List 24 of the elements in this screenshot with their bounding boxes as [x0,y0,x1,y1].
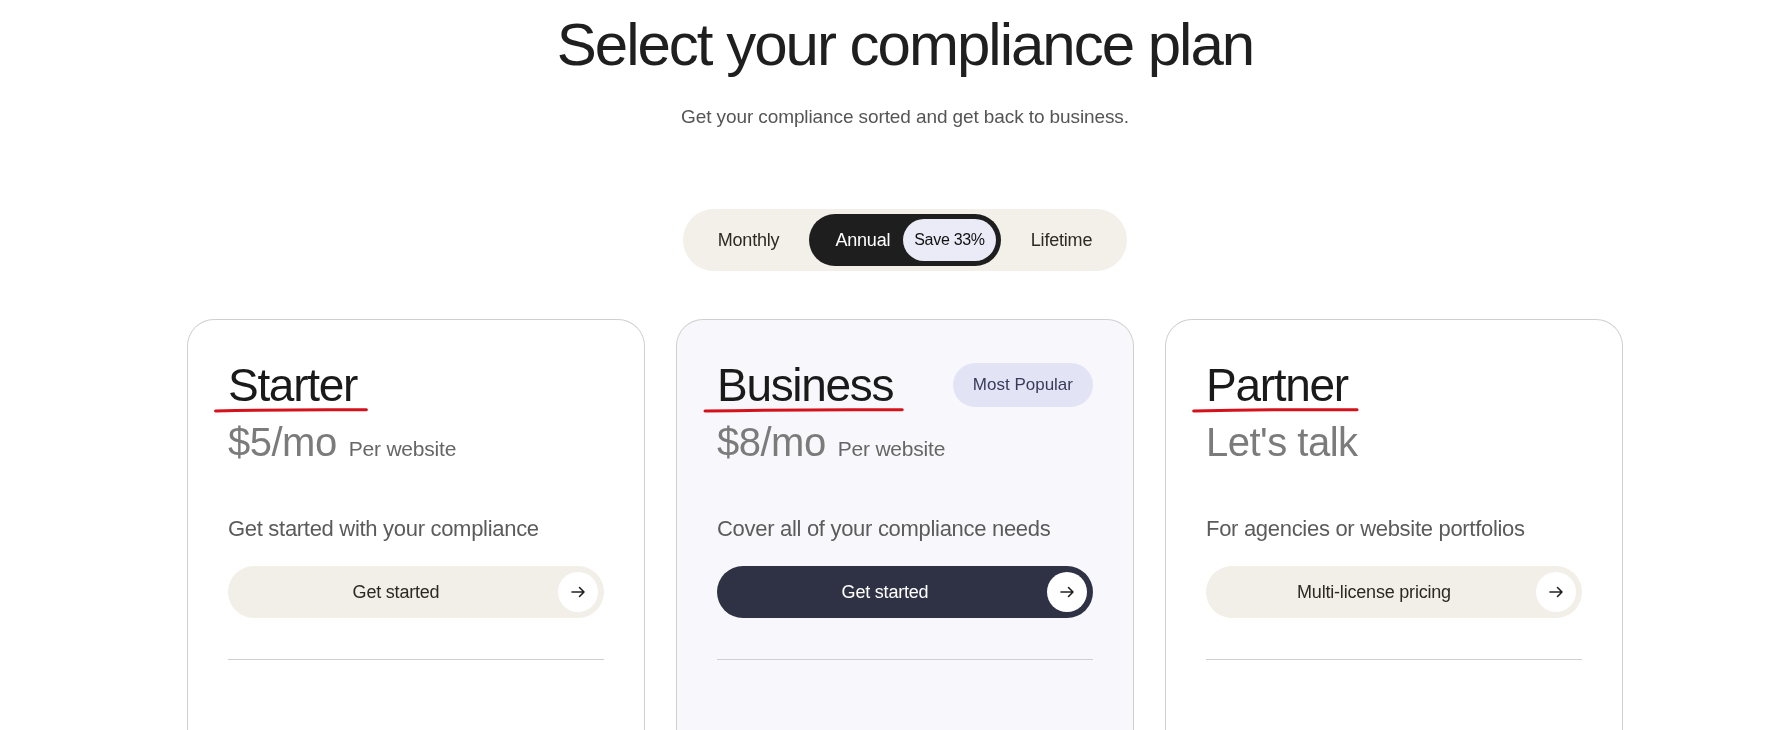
plan-price: Let's talk [1206,420,1358,464]
plan-price: $8/mo [717,420,826,464]
plan-description: Get started with your compliance [228,515,540,543]
plan-description: For agencies or website portfolios [1206,515,1526,543]
popular-badge: Most Popular [952,363,1093,407]
arrow-right-icon [1536,572,1576,612]
cta-button[interactable]: Get started [717,566,1093,618]
discount-badge: Save 33% [903,219,996,261]
page-subtitle: Get your compliance sorted and get back to business. [681,105,1129,129]
plan-name: Starter [228,360,357,410]
plan-description: Cover all of your compliance needs [717,515,1052,543]
price-note: Per website [348,437,457,461]
billing-tab[interactable]: Annual Save 33% [809,214,1001,266]
price-note: Per website [837,437,946,461]
arrow-right-icon [1047,572,1087,612]
arrow-right-icon [558,572,598,612]
plan-price: $5/mo [228,420,337,464]
page-title: Select your compliance plan [556,15,1254,75]
cta-button[interactable]: Multi-license pricing [1206,566,1582,618]
billing-tab[interactable]: Monthly [687,214,810,266]
plan-name: Business [717,360,894,410]
plan-name: Partner [1206,360,1348,410]
billing-tab[interactable]: Lifetime [1000,214,1123,266]
cta-button[interactable]: Get started [228,566,604,618]
